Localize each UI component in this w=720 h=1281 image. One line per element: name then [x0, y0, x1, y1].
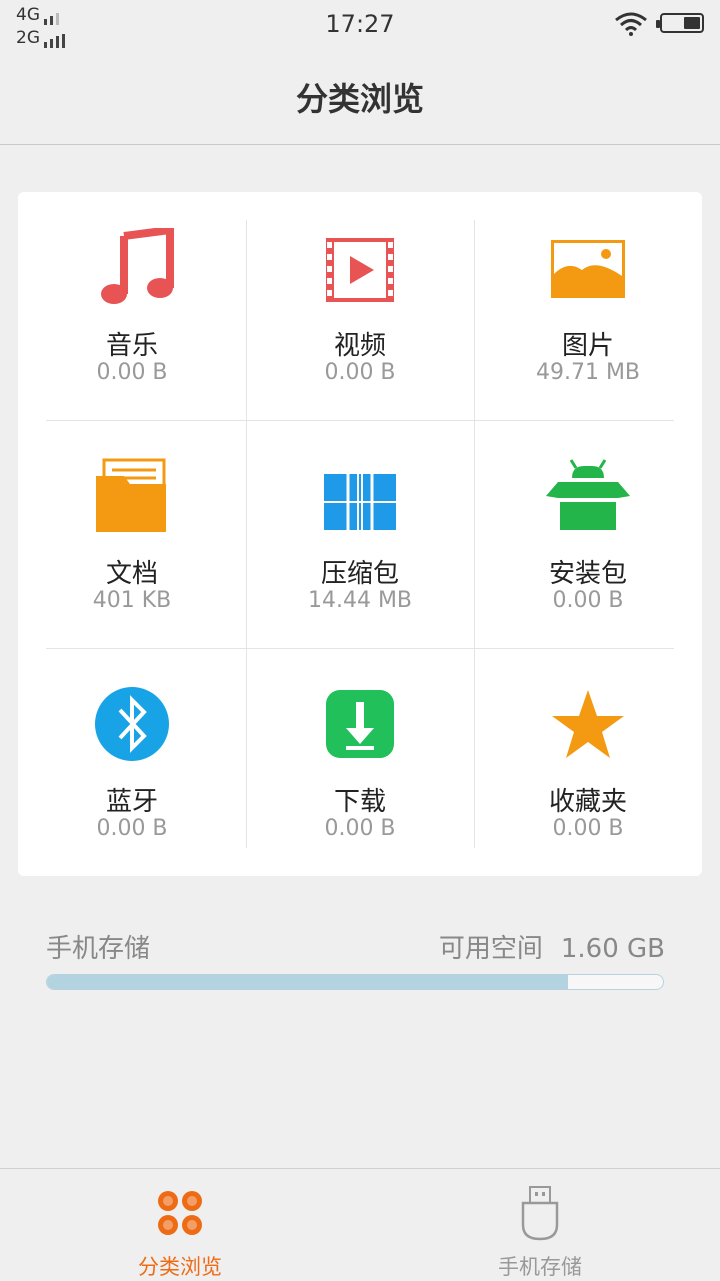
wifi-icon	[615, 12, 647, 36]
document-folder-icon	[96, 458, 166, 532]
category-size: 0.00 B	[552, 816, 624, 841]
status-bar: 4G 2G 17:27	[0, 0, 720, 52]
title-bar: 分类浏览	[0, 52, 720, 145]
nav-label: 分类浏览	[138, 1255, 222, 1279]
category-document[interactable]: 文档 401 KB	[18, 420, 246, 648]
category-grid-icon	[158, 1191, 202, 1235]
category-bluetooth[interactable]: 蓝牙 0.00 B	[18, 648, 246, 876]
category-name: 音乐	[105, 331, 158, 361]
storage-free-label: 可用空间	[438, 934, 543, 964]
category-size: 0.00 B	[96, 816, 168, 841]
category-name: 蓝牙	[105, 787, 158, 817]
category-video[interactable]: 视频 0.00 B	[246, 192, 474, 420]
category-download[interactable]: 下载 0.00 B	[246, 648, 474, 876]
archive-icon	[324, 474, 396, 530]
category-favorites[interactable]: 收藏夹 0.00 B	[474, 648, 702, 876]
category-grid: 音乐 0.00 B 视频 0.00 B 图片 49.71 MB 文档 401 K…	[18, 192, 702, 876]
category-size: 49.71 MB	[535, 360, 641, 385]
category-music[interactable]: 音乐 0.00 B	[18, 192, 246, 420]
storage-label: 手机存储	[46, 934, 151, 964]
category-size: 0.00 B	[324, 816, 396, 841]
star-icon	[552, 690, 624, 758]
category-size: 401 KB	[92, 588, 172, 613]
download-icon	[326, 690, 394, 758]
page-title: 分类浏览	[295, 80, 424, 118]
nav-label: 手机存储	[498, 1255, 582, 1279]
android-package-icon	[546, 459, 630, 530]
category-image[interactable]: 图片 49.71 MB	[474, 192, 702, 420]
category-name: 文档	[105, 559, 158, 589]
image-icon	[551, 240, 625, 298]
storage-free: 可用空间 1.60 GB	[439, 928, 665, 965]
category-name: 安装包	[548, 559, 627, 589]
film-play-icon	[326, 238, 394, 302]
battery-icon	[656, 13, 704, 33]
category-apk[interactable]: 安装包 0.00 B	[474, 420, 702, 648]
status-time: 17:27	[325, 10, 395, 38]
category-name: 下载	[333, 787, 386, 817]
category-name: 压缩包	[320, 559, 399, 589]
nav-tab-phone-storage[interactable]: 手机存储	[360, 1169, 720, 1281]
category-archive[interactable]: 压缩包 14.44 MB	[246, 420, 474, 648]
storage-progress-fill	[47, 975, 568, 989]
category-name: 图片	[561, 331, 614, 361]
nav-tab-categories[interactable]: 分类浏览	[0, 1169, 360, 1281]
bottom-navigation: 分类浏览 手机存储	[0, 1168, 720, 1281]
category-name: 收藏夹	[548, 787, 627, 817]
category-name: 视频	[333, 331, 386, 361]
category-size: 0.00 B	[552, 588, 624, 613]
category-size: 14.44 MB	[307, 588, 413, 613]
category-size: 0.00 B	[96, 360, 168, 385]
music-note-icon	[101, 228, 174, 304]
usb-storage-icon	[521, 1186, 559, 1241]
storage-progress-bar[interactable]	[46, 974, 664, 990]
bluetooth-icon	[95, 687, 169, 761]
storage-free-value: 1.60 GB	[560, 934, 665, 964]
category-size: 0.00 B	[324, 360, 396, 385]
